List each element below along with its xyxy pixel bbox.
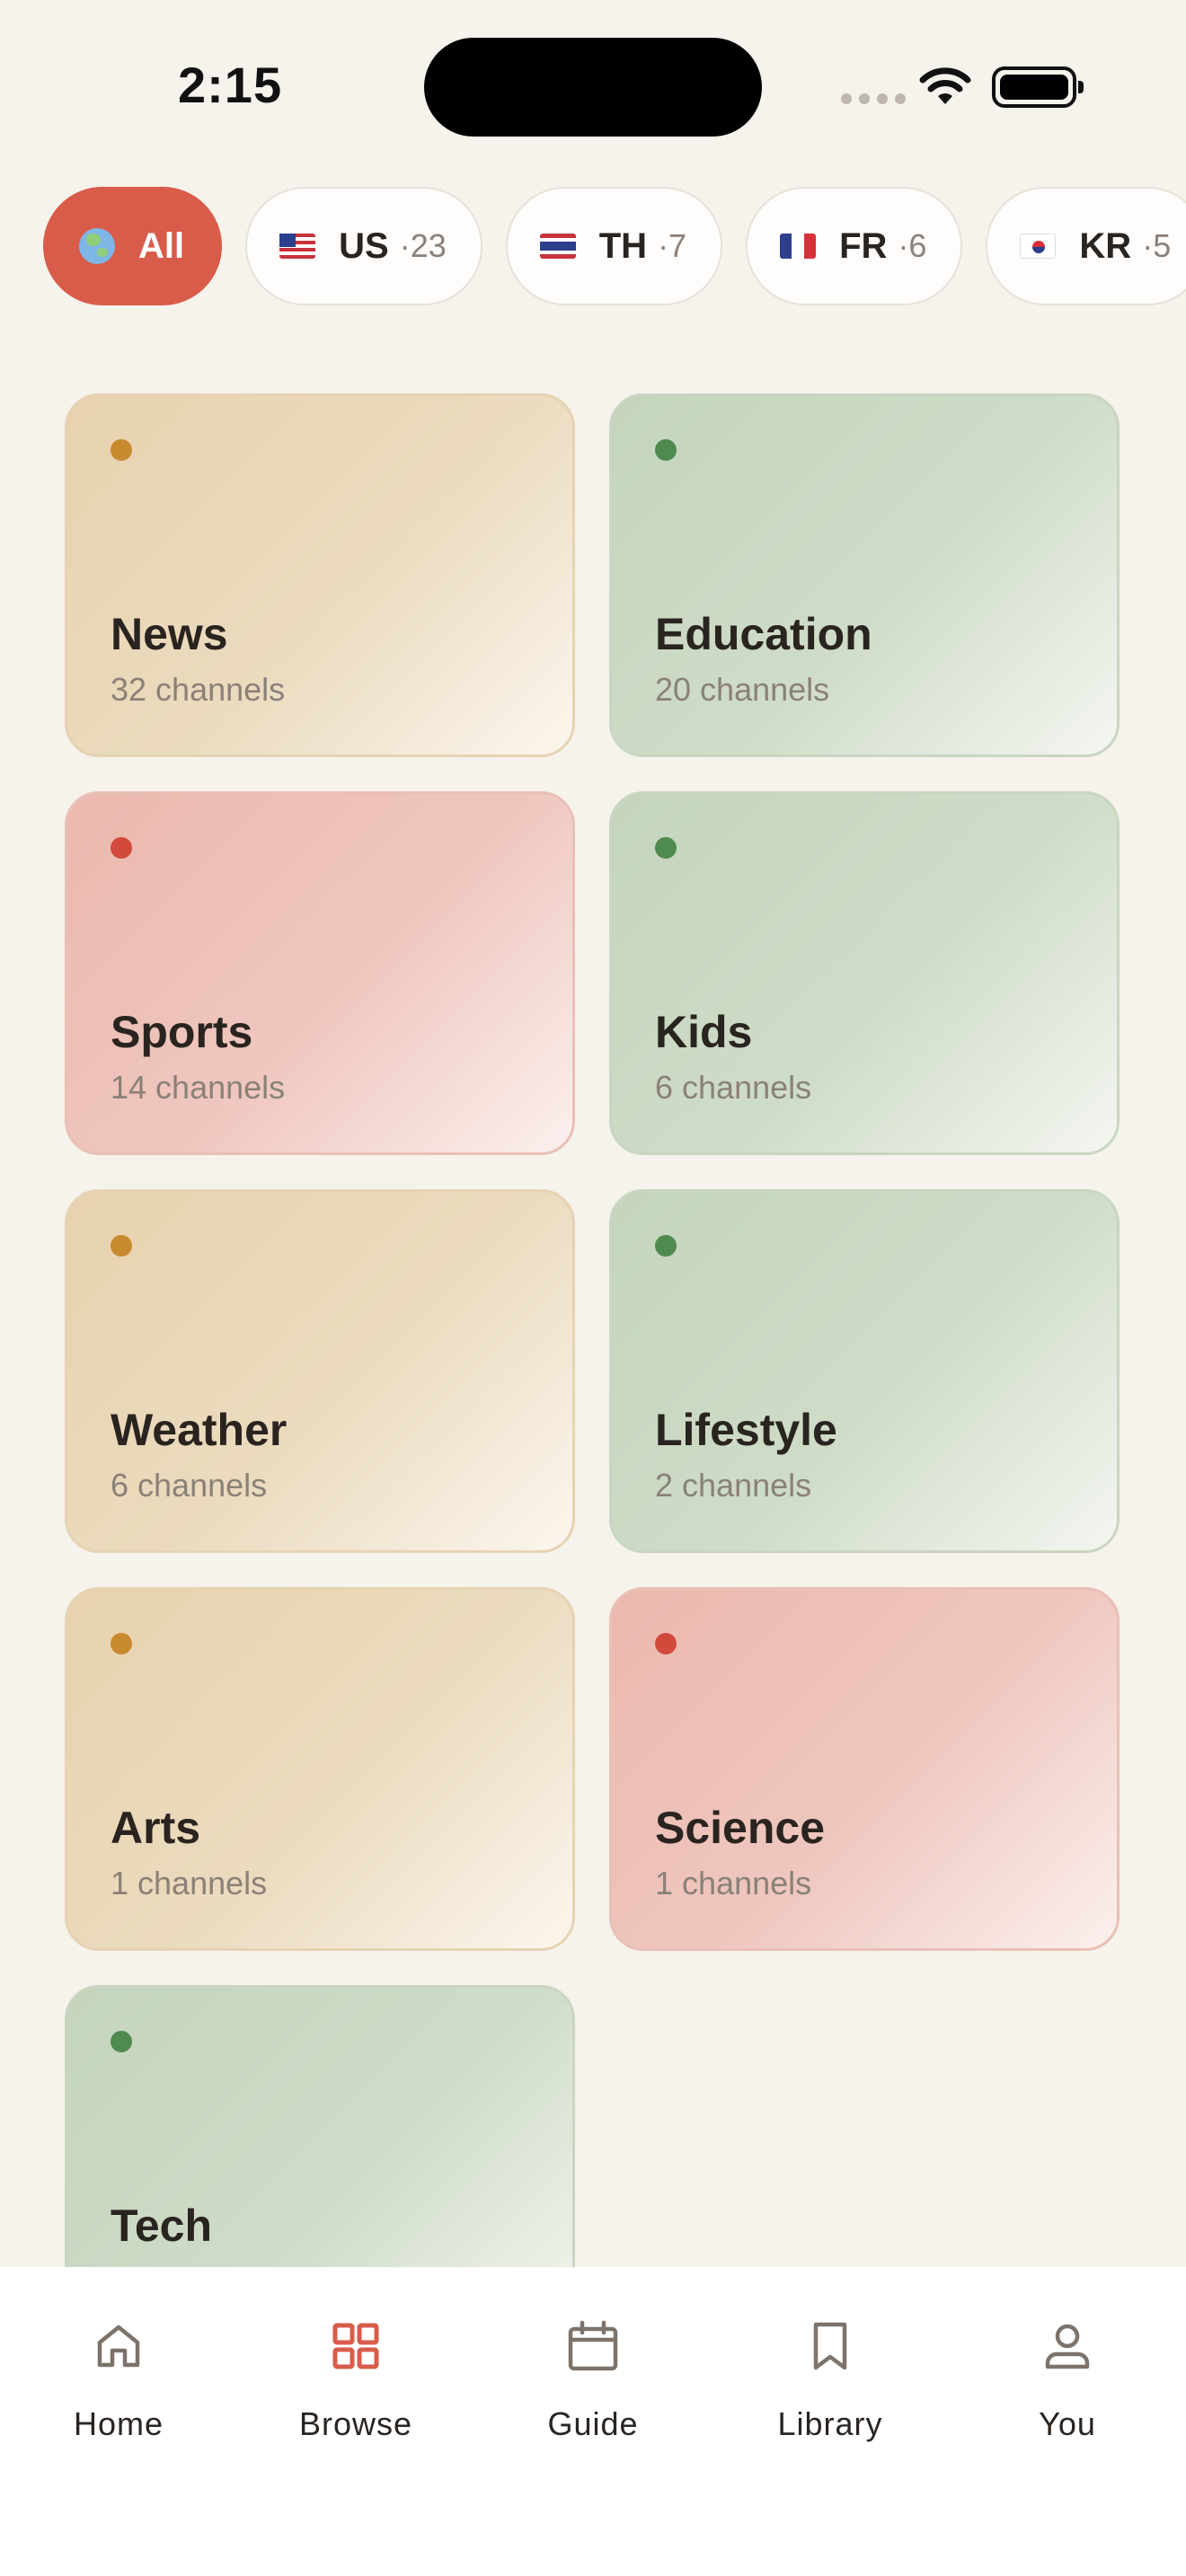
category-dot <box>111 1235 132 1257</box>
fr-flag-icon <box>780 234 817 259</box>
category-title: Arts <box>111 1803 201 1853</box>
filter-count: ·7 <box>658 227 687 264</box>
filter-chip-us[interactable]: US ·23 <box>245 187 482 305</box>
tab-label: Home <box>73 2405 164 2442</box>
category-channel-count: 14 channels <box>111 1069 286 1106</box>
tab-you[interactable]: You <box>978 2303 1157 2447</box>
category-title: Sports <box>111 1007 253 1057</box>
category-title: News <box>111 609 228 659</box>
us-flag-icon <box>279 234 316 259</box>
category-title: Education <box>655 609 872 659</box>
battery-icon <box>992 66 1084 108</box>
cellular-signal-icon <box>841 93 906 104</box>
grid-icon <box>332 2323 379 2369</box>
category-dot <box>655 1633 677 1654</box>
dynamic-island <box>424 38 762 137</box>
category-card-sports[interactable]: Sports 14 channels <box>65 791 575 1155</box>
country-filter-row: All US ·23 TH ·7 FR ·6 KR ·5 <box>43 187 1186 305</box>
category-card-kids[interactable]: Kids 6 channels <box>609 791 1120 1155</box>
filter-chip-all[interactable]: All <box>43 187 223 305</box>
category-title: Kids <box>655 1007 753 1057</box>
tab-library[interactable]: Library <box>740 2303 920 2447</box>
tab-label: You <box>1039 2405 1096 2442</box>
category-card-science[interactable]: Science 1 channels <box>609 1587 1120 1951</box>
category-channel-count: 32 channels <box>111 671 286 708</box>
filter-chip-kr[interactable]: KR ·5 <box>986 187 1186 305</box>
filter-count: ·5 <box>1142 227 1172 264</box>
th-flag-icon <box>539 234 576 259</box>
category-dot <box>111 837 132 859</box>
category-channel-count: 6 channels <box>655 1069 812 1106</box>
category-channel-count: 2 channels <box>655 1467 812 1504</box>
category-title: Lifestyle <box>655 1405 837 1455</box>
tab-browse[interactable]: Browse <box>266 2303 446 2447</box>
category-dot <box>111 2031 132 2052</box>
category-channel-count: 1 channels <box>111 1865 268 1901</box>
category-dot <box>655 439 677 461</box>
tab-label: Library <box>777 2405 883 2442</box>
filter-count: ·6 <box>898 227 927 264</box>
category-dot <box>111 439 132 461</box>
category-grid: News 32 channels Education 20 channels S… <box>65 393 1121 2349</box>
tab-active-indicator <box>270 2303 442 2389</box>
filter-chip-th[interactable]: TH ·7 <box>505 187 723 305</box>
category-card-weather[interactable]: Weather 6 channels <box>65 1189 575 1553</box>
filter-label: All <box>138 225 185 266</box>
filter-label: US <box>339 225 389 266</box>
filter-chip-fr[interactable]: FR ·6 <box>746 187 963 305</box>
tab-label: Guide <box>547 2405 639 2442</box>
category-card-arts[interactable]: Arts 1 channels <box>65 1587 575 1951</box>
bottom-tab-bar: Home Browse Guide Library You <box>0 2267 1186 2576</box>
person-icon <box>1045 2324 1090 2369</box>
filter-count: ·23 <box>399 227 447 264</box>
home-icon <box>97 2325 140 2368</box>
status-time: 2:15 <box>178 57 283 113</box>
browse-screen: 2:15 All US ·23 TH ·7 FR ·6 KR ·5 News 3… <box>0 0 1186 2576</box>
wifi-icon <box>919 67 971 104</box>
tab-guide[interactable]: Guide <box>503 2303 683 2447</box>
filter-label: FR <box>839 225 888 266</box>
category-card-lifestyle[interactable]: Lifestyle 2 channels <box>609 1189 1120 1553</box>
category-card-news[interactable]: News 32 channels <box>65 393 575 757</box>
category-dot <box>111 1633 132 1654</box>
filter-label: KR <box>1079 225 1132 266</box>
category-card-education[interactable]: Education 20 channels <box>609 393 1120 757</box>
kr-flag-icon <box>1020 234 1057 259</box>
category-dot <box>655 1235 677 1257</box>
tab-label: Browse <box>298 2405 413 2442</box>
category-channel-count: 20 channels <box>655 671 830 708</box>
category-title: Science <box>655 1803 826 1853</box>
category-title: Weather <box>111 1405 288 1455</box>
tab-home[interactable]: Home <box>29 2303 208 2447</box>
category-dot <box>655 837 677 859</box>
category-channel-count: 6 channels <box>111 1467 268 1504</box>
bookmark-icon <box>813 2322 847 2370</box>
globe-icon <box>79 228 115 264</box>
category-title: Tech <box>111 2201 212 2251</box>
status-bar: 2:15 <box>0 0 1186 171</box>
category-channel-count: 1 channels <box>655 1865 812 1901</box>
calendar-icon <box>568 2320 618 2371</box>
filter-label: TH <box>598 225 648 266</box>
